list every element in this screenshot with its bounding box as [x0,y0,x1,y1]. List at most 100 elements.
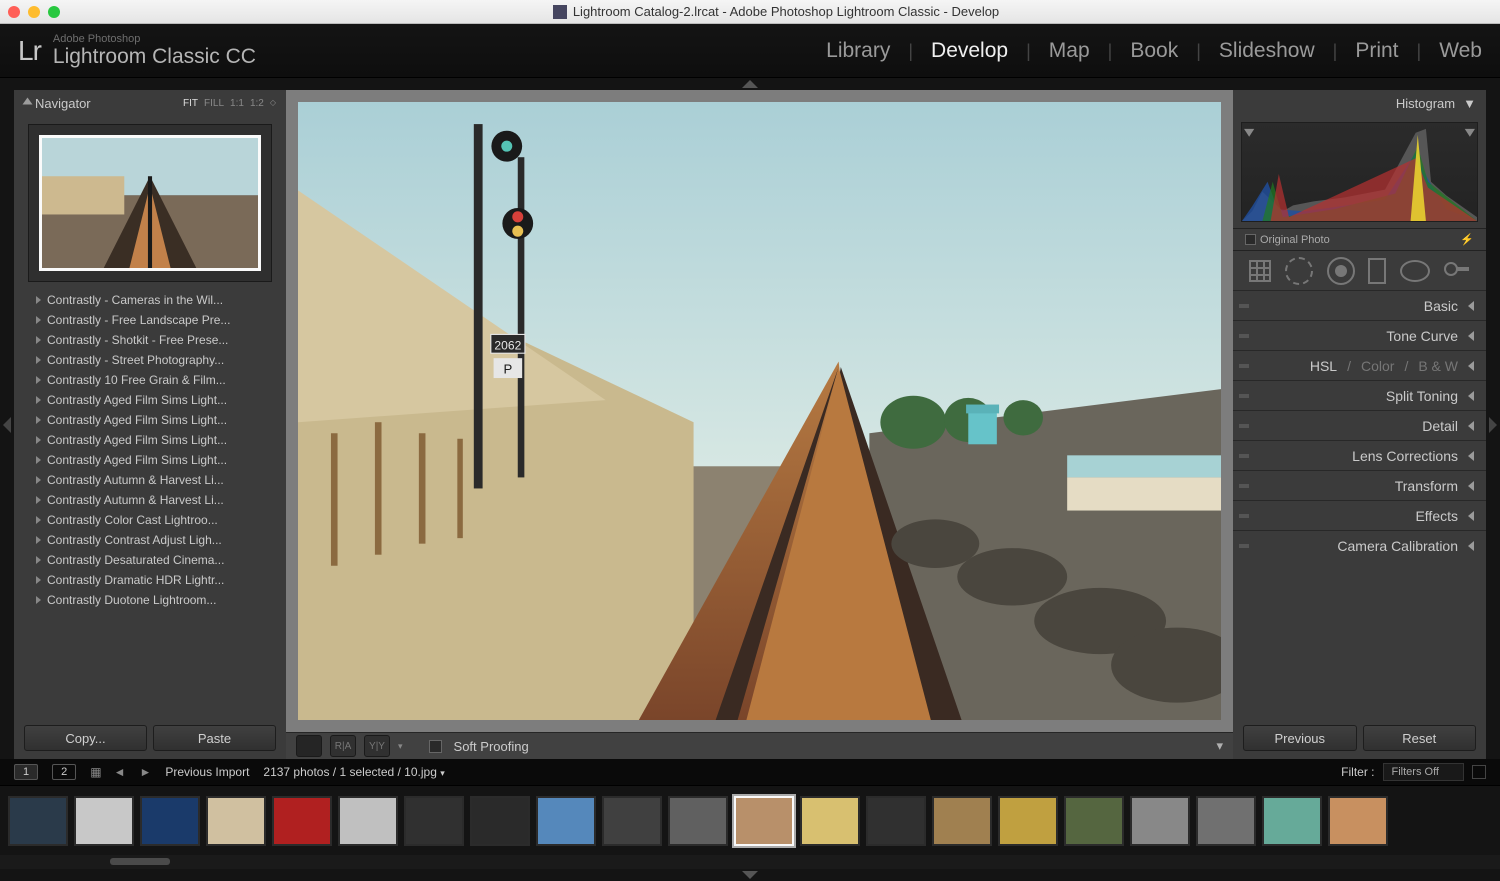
preset-folder[interactable]: Contrastly Desaturated Cinema... [14,550,286,570]
panel-switch-icon[interactable] [1239,544,1249,548]
graduated-filter-icon[interactable] [1368,258,1386,284]
preset-folder[interactable]: Contrastly - Shotkit - Free Prese... [14,330,286,350]
panel-switch-icon[interactable] [1239,304,1249,308]
scrollbar-thumb[interactable] [110,858,170,865]
zoom-fill[interactable]: FILL [204,98,224,109]
original-photo-row[interactable]: Original Photo ⚡ [1233,228,1486,250]
prev-photo-icon[interactable]: ◄ [114,765,126,779]
before-after-ra-icon[interactable]: R|A [330,735,356,757]
reset-button[interactable]: Reset [1363,725,1477,751]
module-tab-library[interactable]: Library [826,39,890,63]
filmstrip-thumb[interactable] [74,796,134,846]
module-tab-slideshow[interactable]: Slideshow [1219,39,1315,63]
spot-removal-icon[interactable] [1285,257,1313,285]
copy-button[interactable]: Copy... [24,725,147,751]
panel-switch-icon[interactable] [1239,394,1249,398]
preset-folder[interactable]: Contrastly Contrast Adjust Ligh... [14,530,286,550]
filmstrip-thumb[interactable] [8,796,68,846]
preset-list[interactable]: Contrastly - Cameras in the Wil...Contra… [14,290,286,717]
panel-header-camera-calibration[interactable]: Camera Calibration [1233,530,1486,560]
top-panel-toggle[interactable] [0,78,1500,90]
panel-sublabel[interactable]: Color [1361,358,1394,374]
minimize-icon[interactable] [28,6,40,18]
filmstrip-thumb[interactable] [1262,796,1322,846]
before-after-menu[interactable]: ▾ [398,741,403,752]
panel-header-split-toning[interactable]: Split Toning [1233,380,1486,410]
navigator-preview[interactable] [28,124,272,282]
preset-folder[interactable]: Contrastly Duotone Lightroom... [14,590,286,610]
preset-folder[interactable]: Contrastly Aged Film Sims Light... [14,430,286,450]
crop-tool-icon[interactable] [1248,259,1272,283]
bottom-panel-toggle[interactable] [0,869,1500,881]
paste-button[interactable]: Paste [153,725,276,751]
toolbar-menu-icon[interactable]: ▾ [1216,738,1223,754]
navigator-zoom-options[interactable]: FIT FILL 1:1 1:2 ◇ [183,98,276,109]
preset-folder[interactable]: Contrastly - Street Photography... [14,350,286,370]
panel-switch-icon[interactable] [1239,454,1249,458]
panel-switch-icon[interactable] [1239,484,1249,488]
preset-folder[interactable]: Contrastly Autumn & Harvest Li... [14,490,286,510]
filter-select[interactable]: Filters Off [1383,763,1464,781]
filmstrip-thumb[interactable] [1130,796,1190,846]
grid-view-icon[interactable]: ▦ [90,765,99,779]
panel-switch-icon[interactable] [1239,334,1249,338]
filmstrip-thumb[interactable] [602,796,662,846]
previous-button[interactable]: Previous [1243,725,1357,751]
filter-lock-icon[interactable] [1472,765,1486,779]
filmstrip-thumb[interactable] [140,796,200,846]
maximize-icon[interactable] [48,6,60,18]
right-panel-toggle[interactable] [1486,90,1500,759]
next-photo-icon[interactable]: ► [139,765,151,779]
preset-folder[interactable]: Contrastly Autumn & Harvest Li... [14,470,286,490]
filmstrip-thumb[interactable] [206,796,266,846]
adjustment-brush-icon[interactable] [1443,259,1471,282]
filmstrip-thumb[interactable] [536,796,596,846]
close-icon[interactable] [8,6,20,18]
panel-header-detail[interactable]: Detail [1233,410,1486,440]
radial-filter-icon[interactable] [1400,260,1430,282]
preset-folder[interactable]: Contrastly - Cameras in the Wil... [14,290,286,310]
image-canvas[interactable]: 2062 P [298,102,1221,720]
loupe-view-icon[interactable] [296,735,322,757]
filmstrip-thumb[interactable] [866,796,926,846]
preset-folder[interactable]: Contrastly Aged Film Sims Light... [14,390,286,410]
panel-header-basic[interactable]: Basic [1233,290,1486,320]
zoom-1-1[interactable]: 1:1 [230,98,244,109]
before-after-yy-icon[interactable]: Y|Y [364,735,390,757]
preset-folder[interactable]: Contrastly Aged Film Sims Light... [14,450,286,470]
soft-proof-checkbox[interactable] [429,740,442,753]
panel-switch-icon[interactable] [1239,424,1249,428]
preset-folder[interactable]: Contrastly Color Cast Lightroo... [14,510,286,530]
module-tab-develop[interactable]: Develop [931,39,1008,63]
panel-switch-icon[interactable] [1239,364,1249,368]
zoom-menu-icon[interactable]: ◇ [270,98,276,109]
module-tab-print[interactable]: Print [1355,39,1398,63]
preset-folder[interactable]: Contrastly Dramatic HDR Lightr... [14,570,286,590]
filmstrip-thumb[interactable] [1196,796,1256,846]
panel-switch-icon[interactable] [1239,514,1249,518]
histogram-chart[interactable] [1241,122,1478,222]
filmstrip-thumb[interactable] [1328,796,1388,846]
filmstrip-thumb[interactable] [272,796,332,846]
filmstrip-thumb[interactable] [734,796,794,846]
filmstrip-thumb[interactable] [404,796,464,846]
filmstrip-thumb[interactable] [800,796,860,846]
navigator-header[interactable]: Navigator FIT FILL 1:1 1:2 ◇ [14,90,286,116]
original-photo-checkbox[interactable] [1245,234,1256,245]
filmstrip-thumb[interactable] [470,796,530,846]
panel-header-effects[interactable]: Effects [1233,500,1486,530]
filmstrip-thumb[interactable] [338,796,398,846]
preset-folder[interactable]: Contrastly - Free Landscape Pre... [14,310,286,330]
module-tab-map[interactable]: Map [1049,39,1090,63]
filmstrip-thumb[interactable] [1064,796,1124,846]
display-2-button[interactable]: 2 [52,764,76,780]
panel-header-transform[interactable]: Transform [1233,470,1486,500]
preset-folder[interactable]: Contrastly Aged Film Sims Light... [14,410,286,430]
filmstrip-thumb[interactable] [668,796,728,846]
left-panel-toggle[interactable] [0,90,14,759]
panel-header-hsl[interactable]: HSL/Color/B & W [1233,350,1486,380]
filmstrip-thumb[interactable] [932,796,992,846]
display-1-button[interactable]: 1 [14,764,38,780]
zoom-fit[interactable]: FIT [183,98,198,109]
zoom-1-2[interactable]: 1:2 [250,98,264,109]
